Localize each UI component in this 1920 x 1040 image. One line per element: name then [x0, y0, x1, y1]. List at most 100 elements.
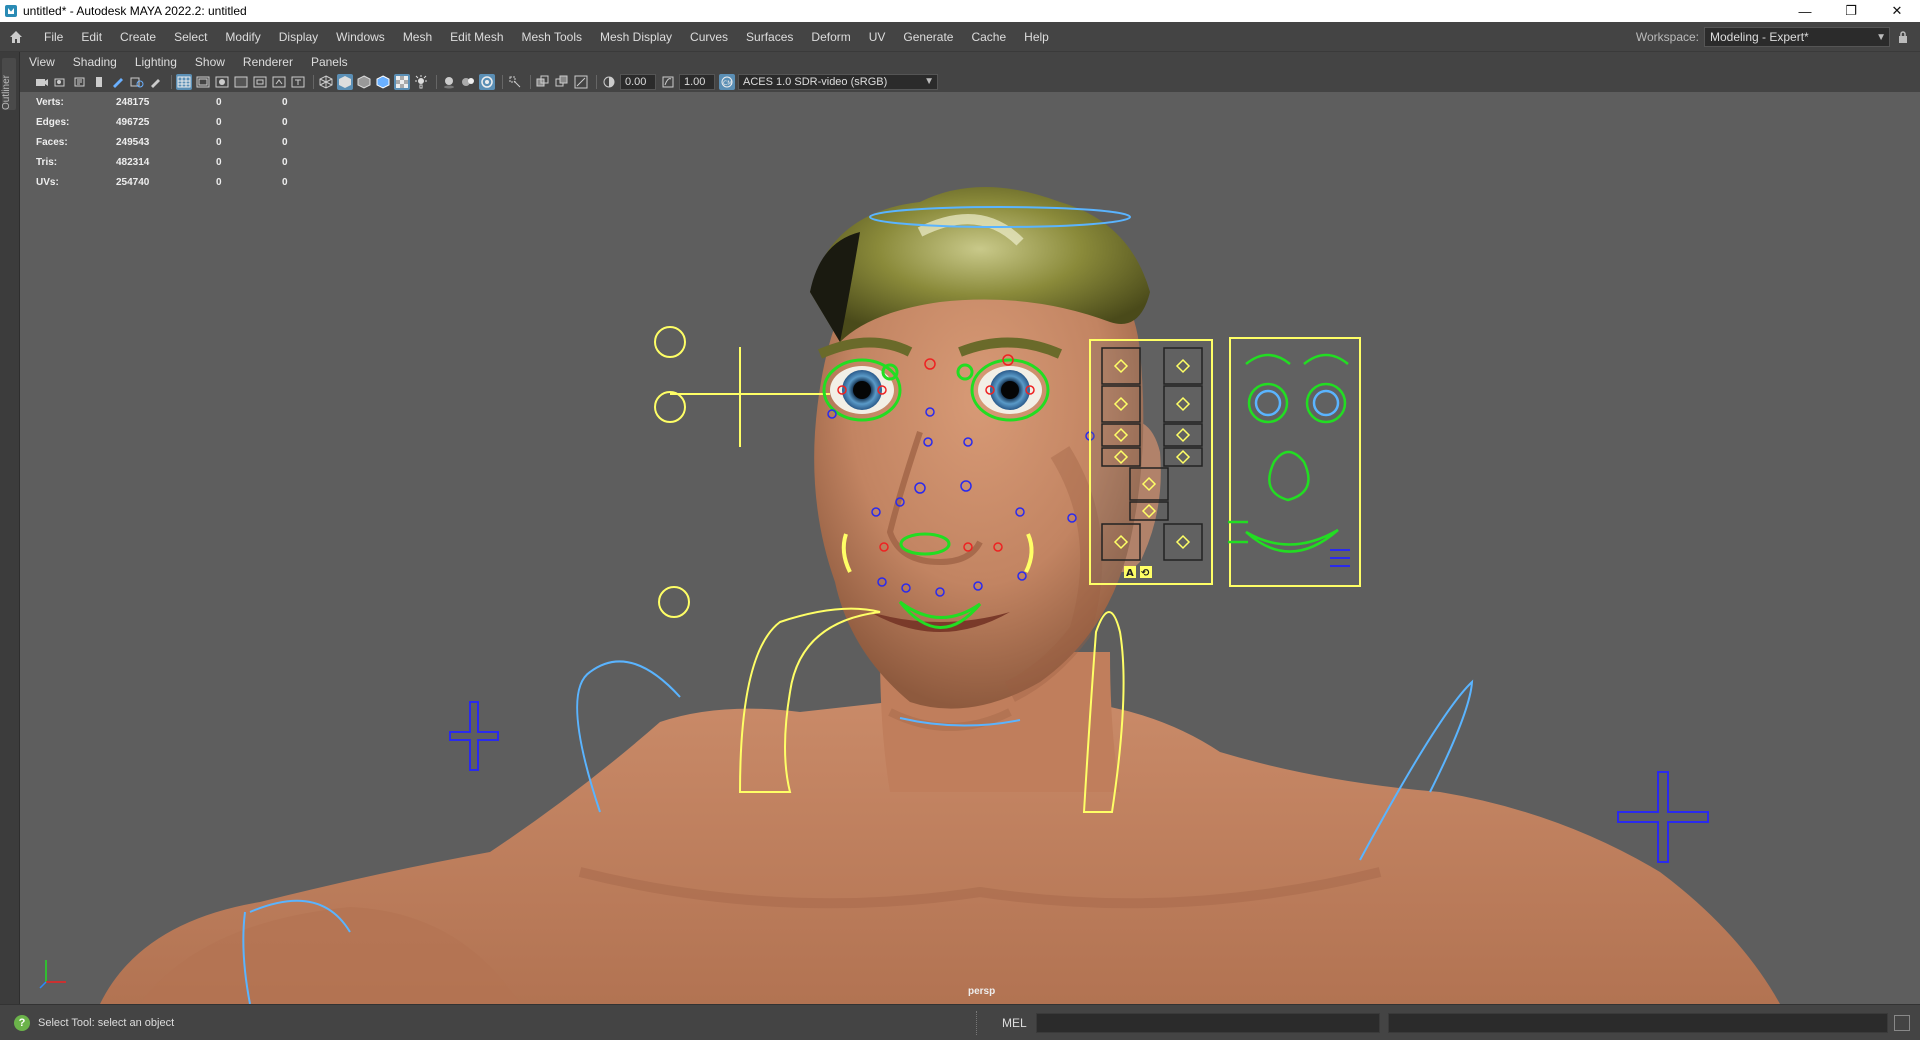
xray-icon[interactable] [535, 74, 551, 90]
isolate-select-icon[interactable] [507, 74, 523, 90]
hud-value: 496725 [116, 116, 150, 128]
shadows-icon[interactable] [441, 74, 457, 90]
lock-icon[interactable] [1898, 30, 1908, 44]
menu-mesh-display[interactable]: Mesh Display [591, 22, 681, 52]
panel-menu-shading[interactable]: Shading [64, 55, 126, 69]
picker-button-reset[interactable]: ⟲ [1141, 568, 1150, 579]
safe-title-icon[interactable] [290, 74, 306, 90]
camera-select-icon[interactable] [34, 74, 50, 90]
workspace-dropdown[interactable]: Modeling - Expert* ▼ [1704, 27, 1890, 47]
grease-pencil-icon[interactable] [110, 74, 126, 90]
snapshot-icon[interactable] [129, 74, 145, 90]
hud-selected: 0 [216, 116, 222, 128]
safe-action-icon[interactable] [271, 74, 287, 90]
menu-create[interactable]: Create [111, 22, 165, 52]
textured-icon[interactable] [394, 74, 410, 90]
menu-edit-mesh[interactable]: Edit Mesh [441, 22, 512, 52]
home-icon[interactable] [5, 26, 27, 48]
chevron-down-icon: ▼ [1876, 32, 1886, 43]
hud-components: 0 [282, 96, 288, 108]
default-material-icon[interactable] [356, 74, 372, 90]
menu-surfaces[interactable]: Surfaces [737, 22, 802, 52]
workspace-value: Modeling - Expert* [1710, 30, 1809, 44]
panel-menu-renderer[interactable]: Renderer [234, 55, 302, 69]
hud-value: 249543 [116, 136, 150, 148]
menu-curves[interactable]: Curves [681, 22, 737, 52]
splitter-handle[interactable] [976, 1011, 980, 1035]
anti-aliasing-icon[interactable] [479, 74, 495, 90]
grid-icon[interactable] [176, 74, 192, 90]
aim-cross [670, 347, 830, 447]
viewport-scene: A ⟲ [100, 187, 1780, 1004]
minimize-button[interactable]: — [1782, 0, 1828, 22]
lights-icon[interactable] [413, 74, 429, 90]
panel-menu-lighting[interactable]: Lighting [126, 55, 186, 69]
gamma-icon[interactable] [660, 74, 676, 90]
film-gate-icon[interactable] [195, 74, 211, 90]
panel-menu-view[interactable]: View [20, 55, 64, 69]
hud-row: Verts: 248175 0 0 [30, 92, 348, 112]
menu-select[interactable]: Select [165, 22, 216, 52]
hud-row: Edges: 496725 0 0 [30, 112, 348, 132]
panel-menu-panels[interactable]: Panels [302, 55, 357, 69]
help-icon[interactable]: ? [14, 1014, 30, 1031]
color-management-icon[interactable]: CM [719, 74, 735, 90]
menu-edit[interactable]: Edit [72, 22, 111, 52]
image-plane-icon[interactable] [91, 74, 107, 90]
toolbar-divider [502, 75, 503, 89]
mel-language-toggle[interactable]: MEL [1002, 1016, 1027, 1030]
help-line: Select Tool: select an object [38, 1016, 175, 1029]
menu-modify[interactable]: Modify [216, 22, 269, 52]
xray-joints-icon[interactable] [554, 74, 570, 90]
menu-help[interactable]: Help [1015, 22, 1058, 52]
chevron-down-icon: ▼ [924, 76, 934, 87]
close-button[interactable]: ✕ [1874, 0, 1920, 22]
menu-mesh-tools[interactable]: Mesh Tools [513, 22, 591, 52]
menu-file[interactable]: File [35, 22, 72, 52]
hud-label: UVs: [36, 176, 59, 188]
paint-brush-icon[interactable] [148, 74, 164, 90]
mel-command-input[interactable] [1036, 1013, 1380, 1033]
status-bar: ? Select Tool: select an object MEL [0, 1004, 1920, 1040]
wireframe-on-shaded-icon[interactable] [375, 74, 391, 90]
smooth-shade-icon[interactable] [337, 74, 353, 90]
xray-active-components-icon[interactable] [573, 74, 589, 90]
menu-display[interactable]: Display [270, 22, 327, 52]
hud-label: Verts: [36, 96, 64, 108]
menu-mesh[interactable]: Mesh [394, 22, 441, 52]
hud-components: 0 [282, 176, 288, 188]
perspective-viewport[interactable]: A ⟲ Verts: 248175 0 0 Edges: 496725 0 0 … [20, 92, 1920, 1004]
script-editor-icon[interactable] [1894, 1015, 1910, 1031]
hud-row: Tris: 482314 0 0 [30, 152, 348, 172]
exposure-field[interactable]: 0.00 [620, 74, 656, 90]
eye-ctrl-top [654, 326, 686, 358]
menu-deform[interactable]: Deform [802, 22, 859, 52]
window-title: untitled* - Autodesk MAYA 2022.2: untitl… [23, 4, 247, 18]
camera-attributes-icon[interactable] [53, 74, 69, 90]
menu-generate[interactable]: Generate [894, 22, 962, 52]
hud-label: Tris: [36, 156, 58, 168]
heads-up-display: Verts: 248175 0 0 Edges: 496725 0 0 Face… [30, 92, 348, 192]
picker-button-a[interactable]: A [1126, 568, 1134, 579]
field-chart-icon[interactable] [252, 74, 268, 90]
colorspace-dropdown[interactable]: ACES 1.0 SDR-video (sRGB) ▼ [738, 74, 938, 90]
gamma-field[interactable]: 1.00 [679, 74, 715, 90]
bookmarks-icon[interactable] [72, 74, 88, 90]
toolbar-divider [530, 75, 531, 89]
exposure-icon[interactable] [601, 74, 617, 90]
resolution-gate-icon[interactable] [214, 74, 230, 90]
hud-value: 248175 [116, 96, 150, 108]
wireframe-icon[interactable] [318, 74, 334, 90]
eye-right-pupil [1001, 381, 1019, 399]
panel-toolbar: 0.00 1.00 CM ACES 1.0 SDR-video (sRGB) ▼ [20, 72, 1920, 92]
mel-result-field [1388, 1013, 1888, 1033]
menu-windows[interactable]: Windows [327, 22, 394, 52]
hud-selected: 0 [216, 176, 222, 188]
picker-panel-left: A ⟲ [1089, 339, 1213, 585]
menu-cache[interactable]: Cache [962, 22, 1015, 52]
maximize-button[interactable]: ❐ [1828, 0, 1874, 22]
panel-menu-show[interactable]: Show [186, 55, 234, 69]
gate-mask-icon[interactable] [233, 74, 249, 90]
ambient-occlusion-icon[interactable] [460, 74, 476, 90]
menu-uv[interactable]: UV [860, 22, 895, 52]
